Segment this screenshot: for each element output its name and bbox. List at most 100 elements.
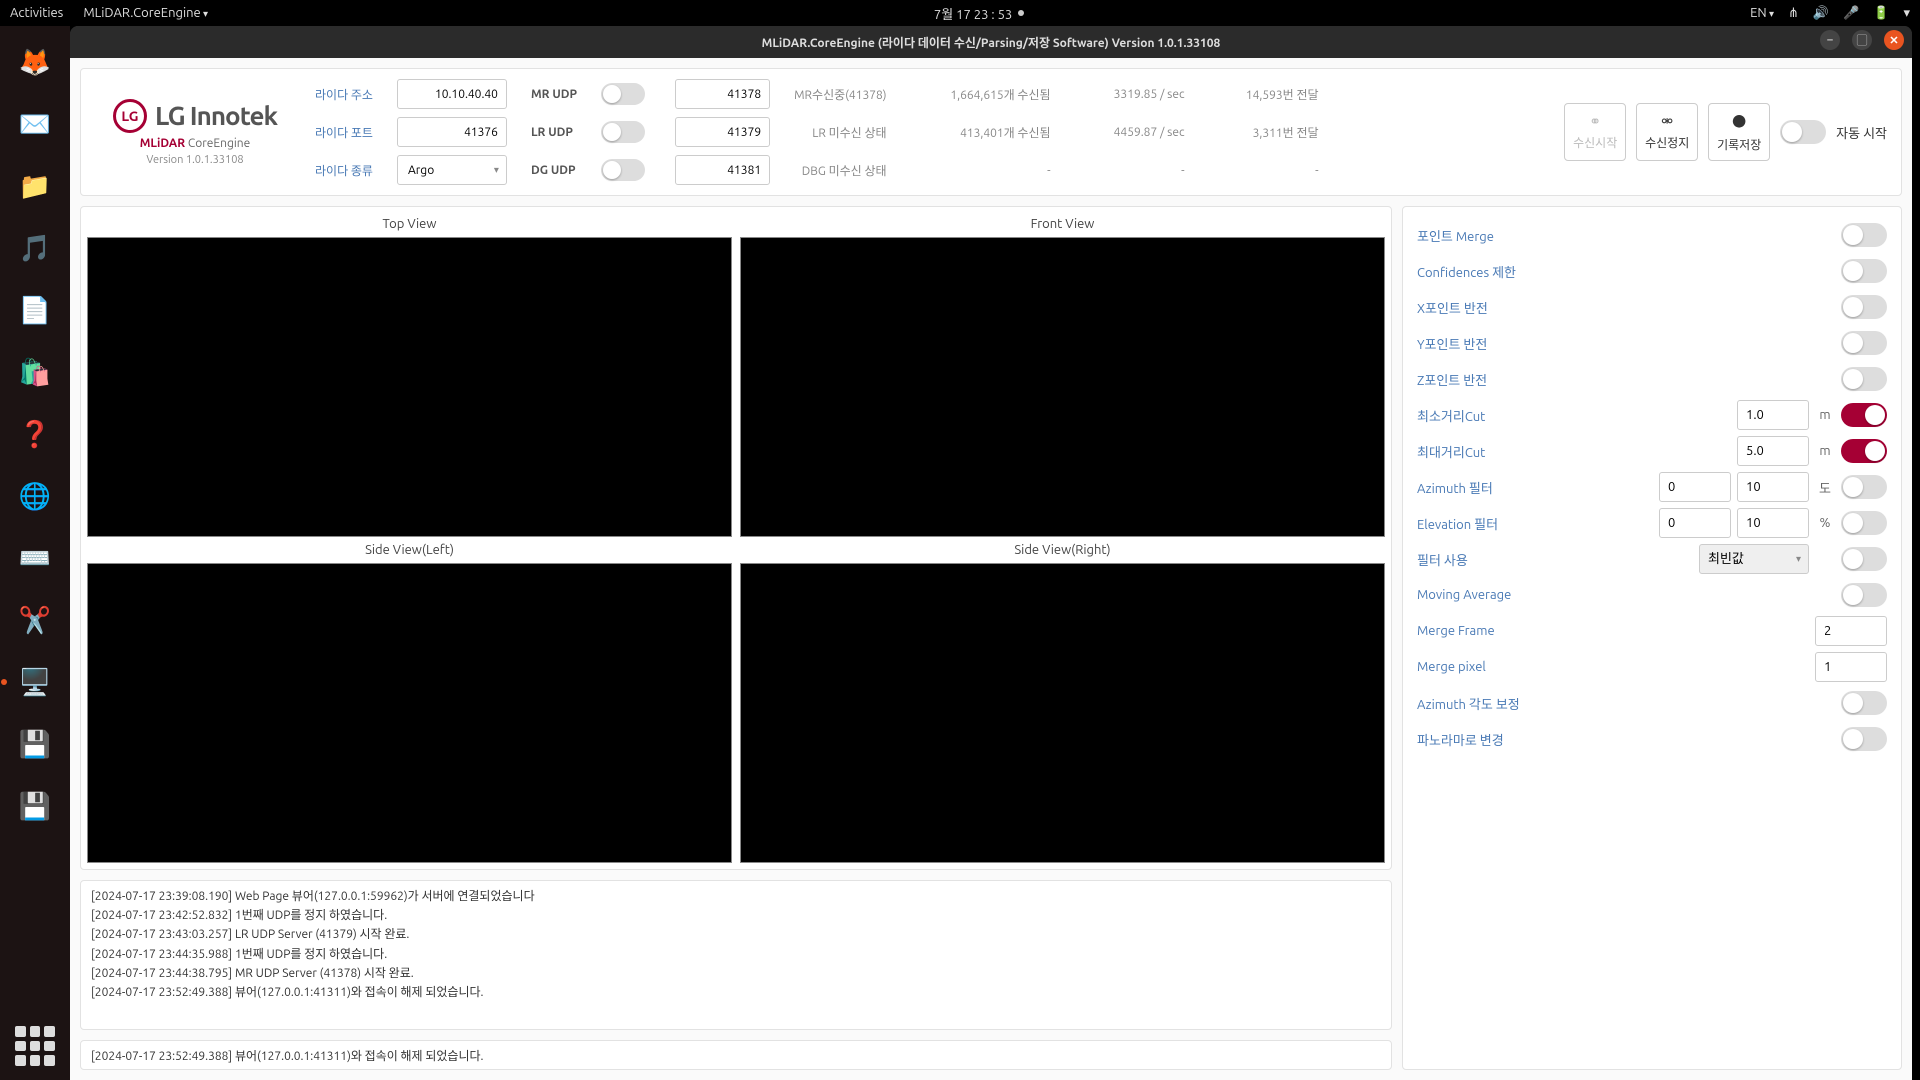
min-cut-toggle[interactable] bbox=[1841, 403, 1887, 427]
network-icon[interactable]: ⋔ bbox=[1788, 6, 1799, 21]
status-bar: [2024-07-17 23:52:49.388] 뷰어(127.0.0.1:4… bbox=[80, 1040, 1392, 1070]
merge-frame-input[interactable] bbox=[1815, 616, 1887, 646]
y-invert-label: Y포인트 반전 bbox=[1417, 334, 1841, 353]
z-invert-toggle[interactable] bbox=[1841, 367, 1887, 391]
system-menu-chevron-icon[interactable]: ▾ bbox=[1903, 6, 1910, 21]
window-minimize[interactable]: – bbox=[1820, 30, 1840, 50]
lr-udp-toggle[interactable] bbox=[601, 121, 645, 143]
activities-button[interactable]: Activities bbox=[10, 6, 63, 20]
dock-terminal[interactable]: ⌨️ bbox=[7, 530, 63, 586]
dg-udp-toggle[interactable] bbox=[601, 159, 645, 181]
lr-udp-label: LR UDP bbox=[531, 126, 577, 139]
conf-limit-label: Confidences 제한 bbox=[1417, 262, 1841, 281]
el-filter-toggle[interactable] bbox=[1841, 511, 1887, 535]
dg-udp-port-input[interactable] bbox=[675, 155, 770, 185]
dg-udp-label: DG UDP bbox=[531, 164, 577, 177]
dock-software[interactable]: 🛍️ bbox=[7, 344, 63, 400]
top-view-canvas[interactable] bbox=[87, 237, 732, 537]
mic-icon[interactable]: 🎤 bbox=[1843, 6, 1859, 21]
log-panel[interactable]: [2024-07-17 23:39:08.190] Web Page 뷰어(12… bbox=[80, 880, 1392, 1030]
app-name: MLiDAR CoreEngine bbox=[140, 137, 251, 150]
filter-use-select[interactable]: 최빈값 bbox=[1699, 544, 1809, 574]
dock-firefox[interactable]: 🦊 bbox=[7, 34, 63, 90]
window-close[interactable]: ✕ bbox=[1884, 30, 1904, 50]
max-cut-toggle[interactable] bbox=[1841, 439, 1887, 463]
lidar-port-input[interactable] bbox=[397, 117, 507, 147]
dg-status-label: DBG 미수신 상태 bbox=[794, 162, 886, 179]
dock-help[interactable]: ❓ bbox=[7, 406, 63, 462]
app-window: MLiDAR.CoreEngine (라이다 데이터 수신/Parsing/저장… bbox=[70, 26, 1912, 1080]
x-invert-toggle[interactable] bbox=[1841, 295, 1887, 319]
side-right-canvas[interactable] bbox=[740, 563, 1385, 863]
lidar-addr-input[interactable] bbox=[397, 79, 507, 109]
mr-udp-label: MR UDP bbox=[531, 88, 577, 101]
az-lo-input[interactable] bbox=[1659, 472, 1731, 502]
ubuntu-dock: 🦊 ✉️ 📁 🎵 📄 🛍️ ❓ 🌐 ⌨️ ✂️ 🖥️ 💾 💾 bbox=[0, 26, 70, 1080]
point-merge-toggle[interactable] bbox=[1841, 223, 1887, 247]
dg-recv-count: - bbox=[911, 164, 1051, 177]
show-applications[interactable] bbox=[15, 1026, 55, 1066]
mr-udp-port-input[interactable] bbox=[675, 79, 770, 109]
dock-thunderbird[interactable]: ✉️ bbox=[7, 96, 63, 152]
lr-fwd-count: 3,311번 전달 bbox=[1209, 124, 1319, 141]
lidar-kind-select[interactable]: Argo bbox=[397, 155, 507, 185]
clock[interactable]: 7월 17 23 : 53 bbox=[934, 4, 1012, 23]
brand-name: LG Innotek bbox=[155, 101, 277, 130]
max-cut-input[interactable] bbox=[1737, 436, 1809, 466]
input-language[interactable]: EN bbox=[1750, 6, 1774, 20]
az-angle-toggle[interactable] bbox=[1841, 691, 1887, 715]
panorama-toggle[interactable] bbox=[1841, 727, 1887, 751]
z-invert-label: Z포인트 반전 bbox=[1417, 370, 1841, 389]
app-menu[interactable]: MLiDAR.CoreEngine bbox=[83, 6, 208, 20]
volume-icon[interactable]: 🔊 bbox=[1813, 6, 1829, 21]
side-right-title: Side View(Right) bbox=[740, 539, 1385, 561]
az-filter-toggle[interactable] bbox=[1841, 475, 1887, 499]
dock-rhythmbox[interactable]: 🎵 bbox=[7, 220, 63, 276]
side-left-canvas[interactable] bbox=[87, 563, 732, 863]
merge-pixel-input[interactable] bbox=[1815, 652, 1887, 682]
dock-usb1[interactable]: 💾 bbox=[7, 716, 63, 772]
conf-limit-toggle[interactable] bbox=[1841, 259, 1887, 283]
dock-chrome[interactable]: 🌐 bbox=[7, 468, 63, 524]
window-titlebar: MLiDAR.CoreEngine (라이다 데이터 수신/Parsing/저장… bbox=[70, 26, 1912, 58]
az-hi-input[interactable] bbox=[1737, 472, 1809, 502]
notification-dot-icon bbox=[1018, 10, 1024, 16]
unit-m: m bbox=[1817, 408, 1833, 422]
views-container: Top View Front View Side View(Left) Side… bbox=[80, 206, 1392, 870]
filter-use-toggle[interactable] bbox=[1841, 547, 1887, 571]
y-invert-toggle[interactable] bbox=[1841, 331, 1887, 355]
filter-use-label: 필터 사용 bbox=[1417, 550, 1699, 569]
log-line: [2024-07-17 23:52:49.388] 뷰어(127.0.0.1:4… bbox=[91, 983, 1381, 1002]
front-view-title: Front View bbox=[740, 213, 1385, 235]
battery-icon[interactable]: 🔋 bbox=[1873, 6, 1889, 21]
unit-m: m bbox=[1817, 444, 1833, 458]
min-cut-input[interactable] bbox=[1737, 400, 1809, 430]
record-icon: ● bbox=[1732, 112, 1746, 132]
dock-screenshot[interactable]: ✂️ bbox=[7, 592, 63, 648]
log-line: [2024-07-17 23:42:52.832] 1번째 UDP를 정지 하였… bbox=[91, 906, 1381, 925]
mov-avg-toggle[interactable] bbox=[1841, 583, 1887, 607]
mr-udp-toggle[interactable] bbox=[601, 83, 645, 105]
az-angle-label: Azimuth 각도 보정 bbox=[1417, 694, 1841, 713]
lidar-addr-label: 라이다 주소 bbox=[315, 86, 373, 103]
gnome-top-bar: Activities MLiDAR.CoreEngine 7월 17 23 : … bbox=[0, 0, 1920, 26]
el-lo-input[interactable] bbox=[1659, 508, 1731, 538]
dock-usb2[interactable]: 💾 bbox=[7, 778, 63, 834]
log-line: [2024-07-17 23:44:35.988] 1번째 UDP를 정지 하였… bbox=[91, 945, 1381, 964]
auto-start-toggle[interactable] bbox=[1780, 120, 1826, 144]
lr-udp-port-input[interactable] bbox=[675, 117, 770, 147]
settings-panel: 포인트 Merge Confidences 제한 X포인트 반전 Y포인트 반전… bbox=[1402, 206, 1902, 1070]
dock-writer[interactable]: 📄 bbox=[7, 282, 63, 338]
el-hi-input[interactable] bbox=[1737, 508, 1809, 538]
main-split: Top View Front View Side View(Left) Side… bbox=[70, 196, 1912, 1080]
dock-mlidar[interactable]: 🖥️ bbox=[7, 654, 63, 710]
record-save-button[interactable]: ●기록저장 bbox=[1708, 103, 1770, 161]
merge-frame-label: Merge Frame bbox=[1417, 624, 1815, 638]
recv-start-button[interactable]: ⚭수신시작 bbox=[1564, 103, 1626, 161]
point-merge-label: 포인트 Merge bbox=[1417, 226, 1841, 245]
window-maximize[interactable]: ▢ bbox=[1852, 30, 1872, 50]
dg-fwd-count: - bbox=[1209, 164, 1319, 177]
dock-files[interactable]: 📁 bbox=[7, 158, 63, 214]
front-view-canvas[interactable] bbox=[740, 237, 1385, 537]
recv-stop-button[interactable]: ⚮수신정지 bbox=[1636, 103, 1698, 161]
